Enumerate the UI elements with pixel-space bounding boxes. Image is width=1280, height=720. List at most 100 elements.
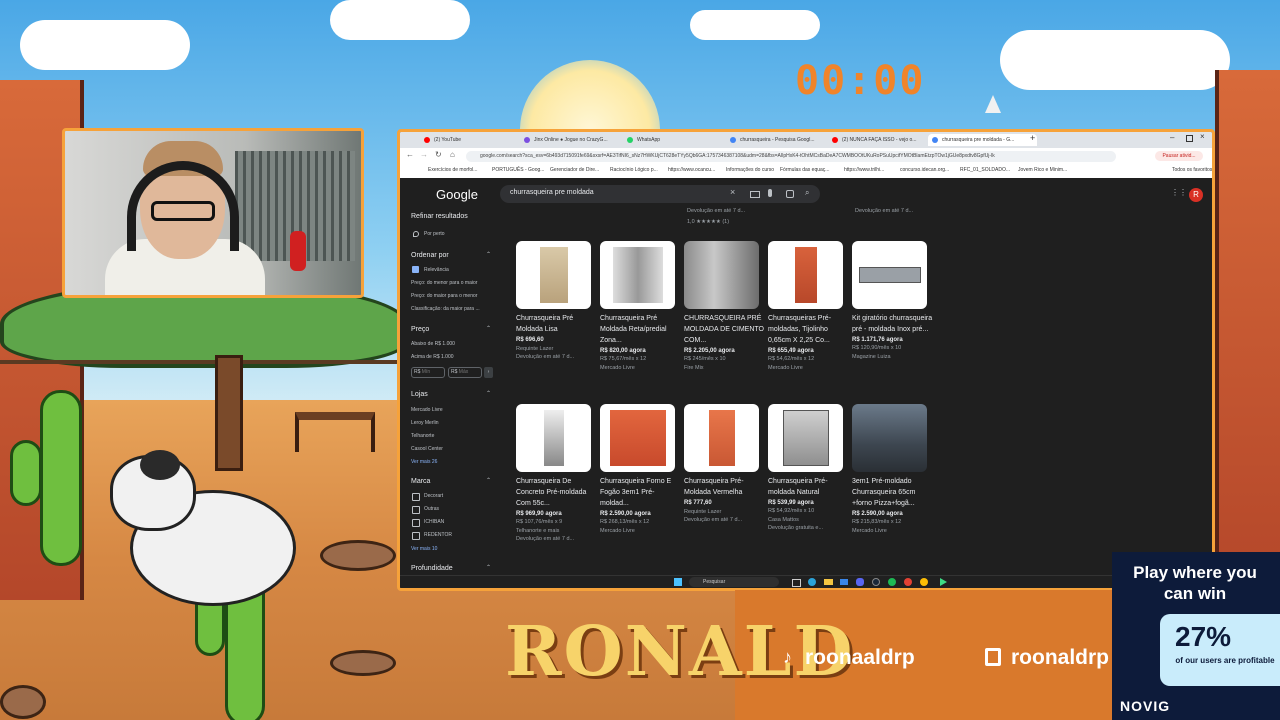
brand-item[interactable]: ICHIBAN bbox=[424, 519, 444, 525]
brand-heading[interactable]: Marca bbox=[411, 478, 430, 485]
product-seller[interactable]: Mercado Livre bbox=[600, 528, 682, 534]
tab-jinx[interactable]: Jinx Online ● Jogue no CrazyG... bbox=[520, 134, 629, 146]
product-seller[interactable]: Requinte Lazer bbox=[684, 509, 766, 515]
bookmark[interactable]: PORTUGUÊS - Goog... bbox=[492, 167, 544, 173]
bookmark[interactable]: https://www.trilhi... bbox=[844, 167, 884, 173]
product-title[interactable]: Churrasqueira Pré-moldada Natural bbox=[768, 476, 850, 498]
product-image[interactable] bbox=[684, 241, 759, 309]
sort-heading[interactable]: Ordenar por bbox=[411, 252, 449, 259]
price-heading[interactable]: Preço bbox=[411, 326, 429, 333]
product-title[interactable]: Kit giratório churrasqueira pré - moldad… bbox=[852, 313, 934, 335]
stores-heading[interactable]: Lojas bbox=[411, 391, 428, 398]
windows-start-icon[interactable] bbox=[674, 578, 682, 586]
product-title[interactable]: 3em1 Pré-moldado Churrasqueira 65cm +for… bbox=[852, 476, 934, 509]
product-seller[interactable]: Mercado Livre bbox=[852, 528, 934, 534]
keyboard-icon[interactable] bbox=[750, 191, 760, 198]
bookmark[interactable]: Informações do curso bbox=[726, 167, 774, 173]
sort-item[interactable]: Preço: do maior para o menor bbox=[411, 293, 477, 299]
stores-more-link[interactable]: Ver mais 26 bbox=[411, 459, 437, 465]
google-logo[interactable]: Google bbox=[436, 187, 478, 202]
brand-checkbox[interactable] bbox=[412, 519, 420, 527]
product-card[interactable]: Churrasqueira Forno E Fogão 3em1 Pré-mol… bbox=[600, 404, 682, 534]
taskbar-search[interactable]: Pesquisar bbox=[689, 577, 779, 587]
reload-icon[interactable]: ↻ bbox=[435, 150, 442, 159]
mail-icon[interactable] bbox=[840, 579, 848, 585]
product-seller[interactable]: Requinte Lazer bbox=[516, 346, 598, 352]
bookmark[interactable]: concurso.idecan.org... bbox=[900, 167, 949, 173]
minimize-button[interactable]: – bbox=[1170, 133, 1174, 142]
price-min-input[interactable]: R$ Mín bbox=[411, 367, 445, 378]
price-max-input[interactable]: R$ Máx bbox=[448, 367, 482, 378]
play-icon[interactable] bbox=[940, 578, 947, 586]
product-image[interactable] bbox=[600, 241, 675, 309]
brand-checkbox[interactable] bbox=[412, 532, 420, 540]
home-icon[interactable]: ⌂ bbox=[450, 150, 455, 159]
chevron-up-icon[interactable]: ⌃ bbox=[486, 564, 491, 571]
store-item[interactable]: Mercado Livre bbox=[411, 407, 443, 413]
product-image[interactable] bbox=[852, 404, 927, 472]
chevron-up-icon[interactable]: ⌃ bbox=[486, 390, 491, 397]
back-icon[interactable]: ← bbox=[406, 150, 414, 159]
spotify-icon[interactable] bbox=[888, 578, 896, 586]
product-title[interactable]: Churrasqueira Pré-Moldada Vermelha bbox=[684, 476, 766, 498]
apps-grid-icon[interactable]: ⋮⋮ bbox=[1171, 188, 1187, 197]
clear-search-icon[interactable]: × bbox=[730, 187, 735, 197]
product-title[interactable]: CHURRASQUEIRA PRÉ MOLDADA DE CIMENTO COM… bbox=[684, 313, 766, 346]
product-title[interactable]: Churrasqueiras Pré-moldadas, Tijolinho 0… bbox=[768, 313, 850, 346]
bookmark[interactable]: https://www.ocancu... bbox=[668, 167, 715, 173]
price-item[interactable]: Acima de R$ 1.000 bbox=[411, 354, 454, 360]
chevron-up-icon[interactable]: ⌃ bbox=[486, 477, 491, 484]
product-seller[interactable]: Magazine Luiza bbox=[852, 354, 934, 360]
product-title[interactable]: Churrasqueira Forno E Fogão 3em1 Pré-mol… bbox=[600, 476, 682, 509]
chrome-icon[interactable] bbox=[920, 578, 928, 586]
product-card[interactable]: Churrasqueiras Pré-moldadas, Tijolinho 0… bbox=[768, 241, 850, 371]
task-view-icon[interactable] bbox=[792, 579, 801, 587]
tab-youtube-video[interactable]: (2) NUNCA FAÇA ISSO - vejo o... bbox=[828, 134, 937, 146]
url-bar[interactable]: google.com/search?sca_esv=6b493d715091fe… bbox=[466, 151, 1116, 162]
depth-heading[interactable]: Profundidade bbox=[411, 565, 453, 572]
tab-google-search[interactable]: churrasqueira - Pesquisa Googl... bbox=[726, 134, 835, 146]
product-card[interactable]: 3em1 Pré-moldado Churrasqueira 65cm +for… bbox=[852, 404, 934, 534]
product-image[interactable] bbox=[852, 241, 927, 309]
product-seller[interactable]: Mercado Livre bbox=[600, 365, 682, 371]
product-card[interactable]: Kit giratório churrasqueira pré - moldad… bbox=[852, 241, 934, 360]
store-item[interactable]: Casool Center bbox=[411, 446, 443, 452]
brand-item[interactable]: Outras bbox=[424, 506, 439, 512]
tab-whatsapp[interactable]: WhatsApp bbox=[623, 134, 732, 146]
store-item[interactable]: Leroy Merlin bbox=[411, 420, 439, 426]
price-go-button[interactable]: › bbox=[484, 367, 493, 378]
search-input[interactable]: churrasqueira pre moldada bbox=[510, 189, 594, 196]
maximize-button[interactable] bbox=[1186, 135, 1193, 142]
bookmark[interactable]: RFC_01_SOLDADO... bbox=[960, 167, 1010, 173]
store-item[interactable]: Telhanorte bbox=[411, 433, 434, 439]
close-window-button[interactable]: × bbox=[1200, 132, 1205, 141]
filter-nearby[interactable]: Por perto bbox=[424, 231, 445, 237]
product-title[interactable]: Churrasqueira Pré Moldada Lisa bbox=[516, 313, 598, 335]
lens-icon[interactable] bbox=[786, 190, 794, 198]
product-seller[interactable]: Fire Mix bbox=[684, 365, 766, 371]
brand-item[interactable]: Decorart bbox=[424, 493, 443, 499]
folder-icon[interactable] bbox=[824, 579, 833, 585]
product-seller[interactable]: Casa Mattos bbox=[768, 517, 850, 523]
microphone-icon[interactable] bbox=[768, 189, 772, 197]
product-image[interactable] bbox=[684, 404, 759, 472]
chevron-up-icon[interactable]: ⌃ bbox=[486, 325, 491, 332]
steam-icon[interactable] bbox=[872, 578, 880, 586]
chrome-icon[interactable] bbox=[904, 578, 912, 586]
brand-more-link[interactable]: Ver mais 10 bbox=[411, 546, 437, 552]
product-seller[interactable]: Mercado Livre bbox=[768, 365, 850, 371]
product-card[interactable]: CHURRASQUEIRA PRÉ MOLDADA DE CIMENTO COM… bbox=[684, 241, 766, 371]
product-card[interactable]: Churrasqueira Pré Moldada Reta/predial Z… bbox=[600, 241, 682, 371]
bookmark[interactable]: Raciocínio Lógico p... bbox=[610, 167, 658, 173]
sort-item[interactable]: Preço: do menor para o maior bbox=[411, 280, 477, 286]
brand-checkbox[interactable] bbox=[412, 493, 420, 501]
product-card[interactable]: Churrasqueira Pré-moldada Natural R$ 539… bbox=[768, 404, 850, 531]
profile-pill[interactable]: Pausar ativid... bbox=[1155, 151, 1203, 161]
relevance-checkbox[interactable] bbox=[412, 266, 419, 273]
brand-item[interactable]: REDENTOR bbox=[424, 532, 452, 538]
product-title[interactable]: Churrasqueira De Concreto Pré-moldada Co… bbox=[516, 476, 598, 509]
bookmark[interactable]: Fórmulas das equaç... bbox=[780, 167, 829, 173]
product-card[interactable]: Churrasqueira Pré Moldada Lisa R$ 696,60… bbox=[516, 241, 598, 360]
product-image[interactable] bbox=[768, 241, 843, 309]
chevron-up-icon[interactable]: ⌃ bbox=[486, 251, 491, 258]
